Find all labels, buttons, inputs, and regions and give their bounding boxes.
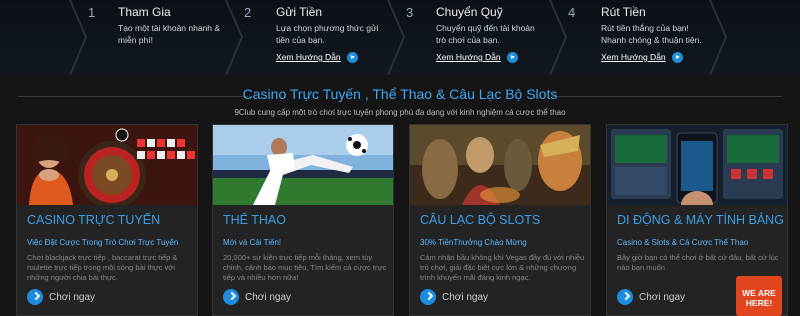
step-description: Chuyển quỹ đến tài khoản trò chơi của bạ… (436, 23, 535, 45)
card-description: Bây giờ bạn có thể chơi ở bất cứ đâu, bấ… (617, 253, 779, 272)
card-title: CÂU LẠC BỘ SLOTS (420, 213, 541, 227)
play-now-button[interactable]: Chơi ngay (617, 288, 685, 306)
view-guide-link[interactable]: Xem Hướng Dẫn (436, 52, 518, 64)
step-title: Chuyển Quỹ (436, 5, 503, 19)
card-subtitle: Mới và Cải Tiến! (223, 238, 282, 247)
step-number: 1 (88, 5, 96, 20)
card-title: DI ĐỘNG & MÁY TÍNH BẢNG (617, 213, 784, 227)
section-heading-row: Casino Trực Tuyến , Thể Thao & Câu Lạc B… (0, 86, 800, 106)
step-1: 1 Tham Gia Tạo một tài khoản nhanh & miễ… (88, 0, 228, 75)
step-4: 4 Rút Tiền Rút tiền thắng của bạn! Nhanh… (568, 0, 718, 75)
chevron-right-icon (27, 289, 43, 305)
card-subtitle: 30% TiềnThưởng Chào Mừng (420, 238, 527, 247)
step-title: Tham Gia (118, 5, 171, 19)
step-title: Gửi Tiền (276, 5, 323, 19)
card-slots: CÂU LẠC BỘ SLOTS 30% TiềnThưởng Chào Mừn… (409, 124, 591, 316)
card-subtitle: Casino & Slots & Cá Cược Thể Thao (617, 238, 749, 247)
card-casino: CASINO TRỰC TUYẾN Việc Đặt Cược Trong Tr… (16, 124, 198, 316)
step-title: Rút Tiền (601, 5, 646, 19)
step-number: 2 (244, 5, 252, 20)
view-guide-link[interactable]: Xem Hướng Dẫn (276, 52, 358, 64)
sports-image (213, 125, 393, 205)
mobile-image (607, 125, 787, 205)
play-now-button[interactable]: Chơi ngay (223, 288, 291, 306)
card-description: Chơi blackjack trực tiếp , baccarat trực… (27, 253, 178, 282)
step-description: Rút tiền thắng của bạn! Nhanh chóng & th… (601, 23, 702, 45)
link-label: Xem Hướng Dẫn (601, 52, 666, 62)
step-number: 4 (568, 5, 576, 20)
play-icon (506, 52, 518, 64)
button-label: Chơi ngay (245, 291, 292, 303)
card-description: Cảm nhận bầu không khí Vegas đầy đủ với … (420, 253, 585, 282)
card-description: 20,000+ sự kiện trực tiếp mỗi tháng, xem… (223, 253, 387, 282)
step-description: Lựa chọn phương thức gửi tiền của bạn. (276, 23, 379, 45)
chevron-right-icon (420, 289, 436, 305)
step-description: Tạo một tài khoản nhanh & miễn phí! (118, 23, 221, 45)
card-title: CASINO TRỰC TUYẾN (27, 213, 161, 227)
step-3: 3 Chuyển Quỹ Chuyển quỹ đến tài khoản tr… (406, 0, 556, 75)
live-chat-badge[interactable]: WE ARE HERE! (736, 276, 782, 316)
slots-image (410, 125, 590, 205)
link-label: Xem Hướng Dẫn (276, 52, 341, 62)
step-2: 2 Gửi Tiền Lựa chọn phương thức gửi tiền… (244, 0, 394, 75)
play-icon (346, 52, 358, 64)
step-number: 3 (406, 5, 414, 20)
chevron-right-icon (223, 289, 239, 305)
card-sports: THỂ THAO Mới và Cải Tiến! 20,000+ sự kiệ… (212, 124, 394, 316)
section-subheading: 9Club cung cấp một trò chơi trực tuyến p… (234, 108, 566, 117)
card-title: THỂ THAO (223, 213, 286, 227)
casino-image (17, 125, 197, 205)
play-icon (671, 52, 683, 64)
button-label: Chơi ngay (639, 291, 686, 303)
play-now-button[interactable]: Chơi ngay (420, 288, 488, 306)
chevron-right-icon (617, 289, 633, 305)
card-subtitle: Việc Đặt Cược Trong Trò Chơi Trực Tuyến (27, 238, 179, 247)
section-heading: Casino Trực Tuyến , Thể Thao & Câu Lạc B… (242, 86, 558, 102)
play-now-button[interactable]: Chơi ngay (27, 288, 95, 306)
steps-bar: 1 Tham Gia Tạo một tài khoản nhanh & miễ… (0, 0, 800, 75)
link-label: Xem Hướng Dẫn (436, 52, 501, 62)
button-label: Chơi ngay (49, 291, 96, 303)
button-label: Chơi ngay (442, 291, 489, 303)
view-guide-link[interactable]: Xem Hướng Dẫn (601, 52, 683, 64)
